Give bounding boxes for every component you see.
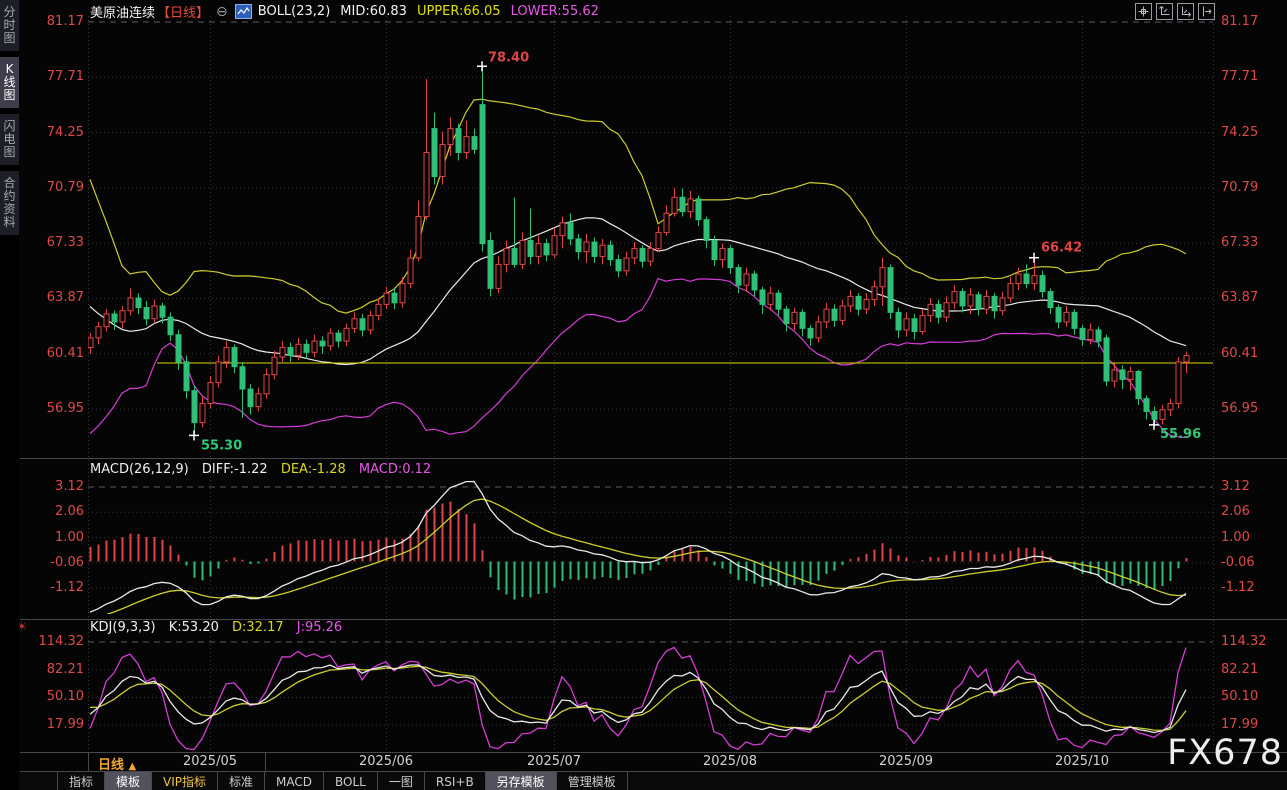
watermark: FX678: [1167, 733, 1283, 773]
y-axis-label: 67.33: [46, 235, 84, 251]
y-axis-label: 3.12: [1221, 479, 1250, 494]
sidebar-item-timeshare-chart[interactable]: 分时图: [0, 0, 19, 51]
macd-pane-header: MACD(26,12,9) DIFF:-1.22 DEA:-1.28 MACD:…: [90, 462, 431, 477]
boll-label: BOLL(23,2): [257, 4, 331, 19]
axis-zoom-in-icon[interactable]: [1156, 3, 1173, 20]
chart-type-icon[interactable]: [234, 4, 252, 19]
tab-template[interactable]: 模板: [105, 772, 153, 790]
kdj-label: KDJ(9,3,3): [90, 620, 156, 635]
bottom-tab-bar: 指标 模板 VIP指标 标准 MACD BOLL 一图 RSI+B 另存模板 管理模板: [0, 772, 1287, 790]
y-axis-label: 3.12: [55, 479, 84, 494]
y-axis-label: 77.71: [1221, 69, 1259, 85]
y-axis-label: 81.17: [46, 14, 84, 29]
chart-header: 美原油连续 【日线】 ⊖ BOLL(23,2) MID:60.83 UPPER:…: [90, 3, 599, 22]
chart-canvas[interactable]: 78.40 55.30 66.42 55.96: [0, 0, 1287, 790]
sidebar-item-lightning-chart[interactable]: 闪电图: [0, 114, 19, 165]
tab-indicator[interactable]: 指标: [57, 772, 106, 790]
y-axis-label: 70.79: [46, 179, 84, 195]
x-axis-month-label: 2025/06: [358, 754, 413, 769]
sidebar-item-kline-chart[interactable]: K线图: [0, 57, 19, 108]
tab-rsi-b[interactable]: RSI+B: [425, 772, 486, 790]
sidebar-item-contract-info[interactable]: 合约资料: [0, 171, 19, 235]
y-axis-label: 74.25: [46, 124, 84, 140]
y-axis-label: 114.32: [1221, 634, 1267, 649]
period-label: 日线: [98, 758, 125, 773]
macd-label: MACD(26,12,9): [90, 462, 189, 477]
x-axis-month-label: 2025/10: [1054, 754, 1109, 769]
y-axis-label: 81.17: [1221, 14, 1259, 29]
x-axis-month-label: 2025/08: [702, 754, 757, 769]
tab-one-chart[interactable]: 一图: [378, 772, 425, 790]
kdj-j-value: J:95.26: [296, 620, 343, 635]
tab-macd[interactable]: MACD: [265, 772, 325, 790]
y-axis-label: 114.32: [38, 634, 85, 649]
y-axis-label: -1.12: [50, 580, 84, 596]
y-axis-label: 50.10: [46, 689, 84, 705]
y-axis-label: 63.87: [46, 290, 84, 306]
crosshair-icon[interactable]: [1135, 3, 1152, 20]
pan-right-icon[interactable]: [1198, 3, 1215, 20]
left-price-axis: 81.17 77.71 74.25 70.79 67.33 63.87 60.41 56.95…: [22, 0, 85, 752]
y-axis-label: 77.71: [46, 69, 84, 85]
y-axis-label: -0.06: [50, 554, 84, 570]
boll-mid-value: MID:60.83: [340, 4, 407, 19]
chart-type-sidebar: 分时图 K线图闪电图合约资料: [0, 0, 19, 790]
period-arrow-icon: ▲: [128, 761, 137, 772]
price-annotation: 78.40: [488, 50, 529, 65]
y-axis-label: 2.06: [1221, 504, 1250, 520]
y-axis-label: 60.41: [1221, 345, 1259, 361]
period-tag: 【日线】: [157, 6, 210, 21]
y-axis-label: -1.12: [1221, 580, 1255, 596]
y-axis-label: 17.99: [46, 717, 84, 733]
y-axis-label: 70.79: [1221, 179, 1259, 195]
y-axis-label: 67.33: [1221, 235, 1259, 251]
price-annotation: 55.96: [1160, 427, 1201, 442]
tab-vip-indicator[interactable]: VIP指标: [152, 772, 219, 790]
y-axis-label: 17.99: [1221, 717, 1259, 733]
chart-app: 78.40 55.30 66.42 55.96 分时图 K线图闪电图合约资料 美原油连续…: [0, 0, 1287, 790]
kdj-d-value: D:32.17: [232, 620, 284, 635]
y-axis-label: 1.00: [1221, 529, 1250, 545]
y-axis-label: 63.87: [1221, 290, 1259, 306]
price-annotation: 55.30: [201, 438, 242, 453]
boll-lower-value: LOWER:55.62: [510, 4, 599, 19]
axis-zoom-out-icon[interactable]: [1177, 3, 1194, 20]
macd-diff-value: DIFF:-1.22: [201, 462, 268, 477]
boll-upper-value: UPPER:66.05: [416, 4, 501, 19]
collapse-icon[interactable]: ⊖: [216, 4, 228, 20]
y-axis-label: -0.06: [1221, 554, 1255, 570]
price-annotation: 66.42: [1041, 241, 1082, 256]
tab-save-template[interactable]: 另存模板: [485, 772, 557, 790]
x-axis-row: 日线 ▲ 2025/05 2025/06 2025/07 2025/08 2025/09…: [0, 753, 1287, 773]
y-axis-label: 2.06: [55, 504, 84, 520]
right-price-axis: 81.17 77.71 74.25 70.79 67.33 63.87 60.41 56.95…: [1221, 0, 1285, 752]
kdj-k-value: K:53.20: [168, 620, 219, 635]
y-axis-label: 56.95: [1221, 401, 1259, 417]
tab-standard[interactable]: 标准: [218, 772, 266, 790]
x-axis-month-label: 2025/07: [526, 754, 581, 769]
y-axis-label: 1.00: [55, 529, 84, 545]
tab-manage-template[interactable]: 管理模板: [557, 772, 628, 790]
x-axis-month-label: 2025/09: [878, 754, 933, 769]
y-axis-label: 60.41: [46, 345, 84, 361]
period-selector[interactable]: 日线 ▲: [98, 754, 136, 773]
macd-macd-value: MACD:0.12: [358, 462, 432, 477]
y-axis-label: 74.25: [1221, 124, 1259, 140]
x-axis-month-label: 2025/05: [182, 754, 237, 769]
chart-toolbar: [1135, 3, 1215, 20]
y-axis-label: 82.21: [46, 661, 84, 677]
tab-boll[interactable]: BOLL: [324, 772, 378, 790]
y-axis-label: 56.95: [46, 401, 84, 417]
y-axis-label: 82.21: [1221, 661, 1259, 677]
kdj-pane-header: KDJ(9,3,3) K:53.20 D:32.17 J:95.26: [90, 620, 342, 635]
y-axis-label: 50.10: [1221, 689, 1259, 705]
instrument-title: 美原油连续: [90, 6, 156, 21]
macd-dea-value: DEA:-1.28: [280, 462, 346, 477]
